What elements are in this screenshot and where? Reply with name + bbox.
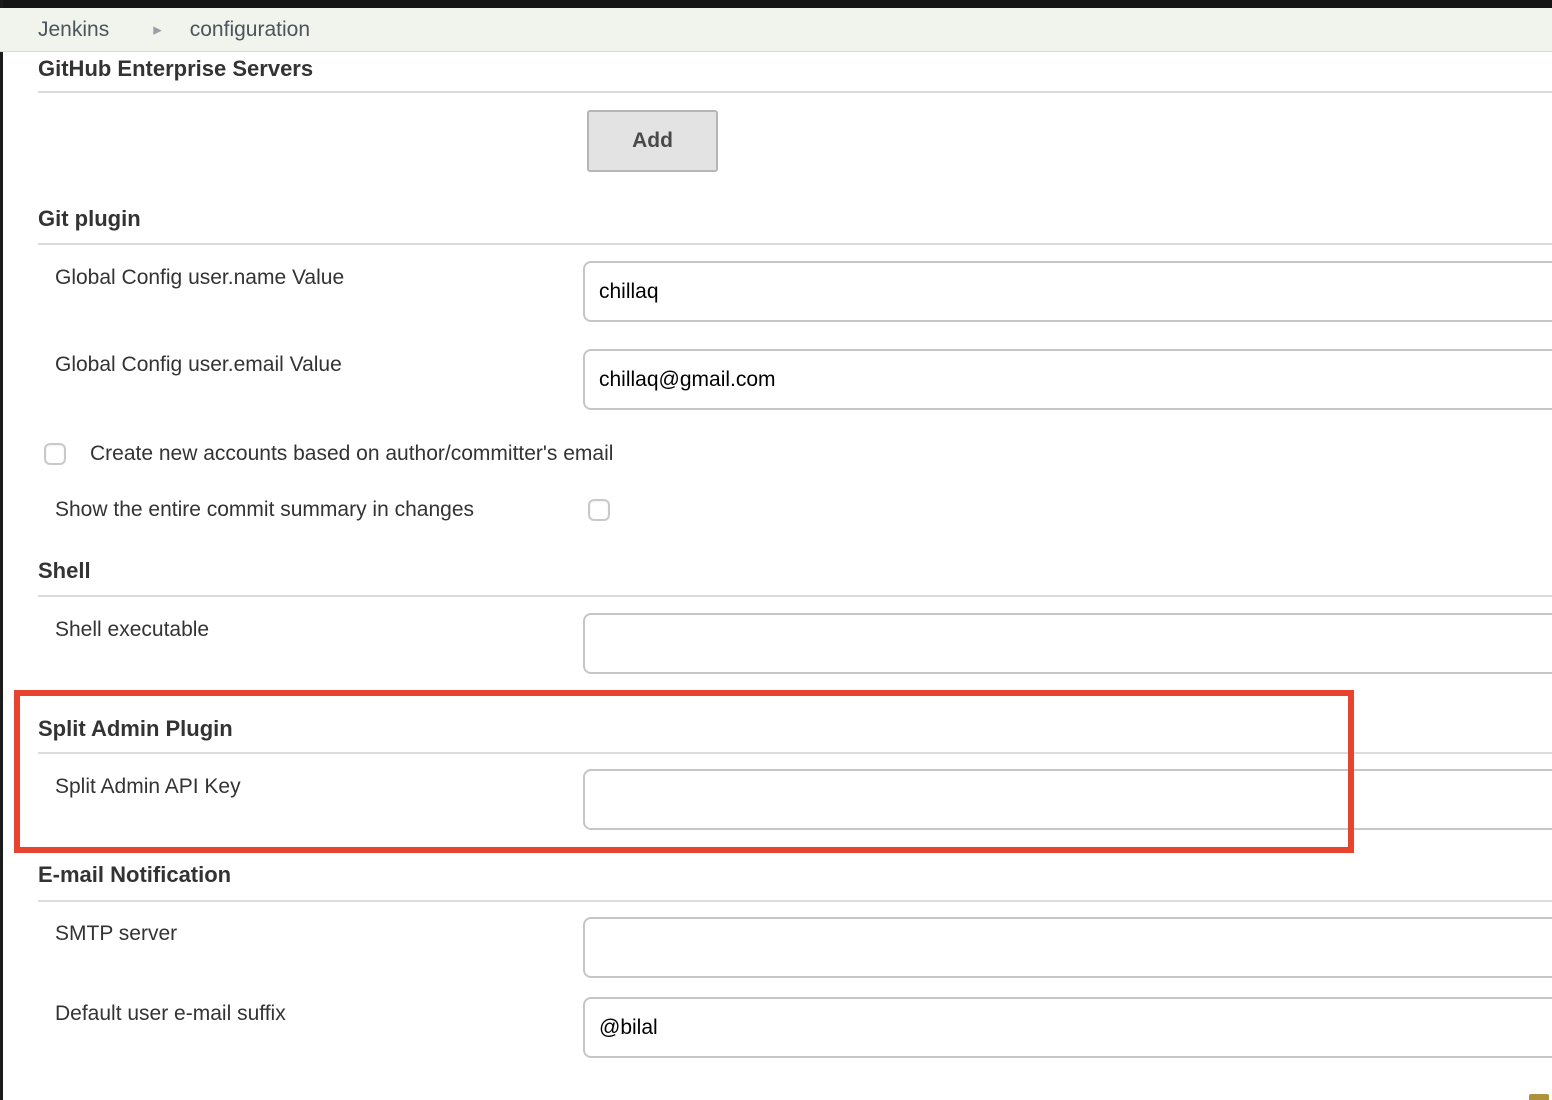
section-title-git-plugin: Git plugin [38,206,141,232]
add-button[interactable]: Add [587,110,718,172]
smtp-server-input[interactable] [583,917,1552,978]
default-email-suffix-input[interactable] [583,997,1552,1058]
user-name-label: Global Config user.name Value [55,266,344,290]
breadcrumb-item-configuration[interactable]: configuration [190,18,310,42]
split-admin-api-key-label: Split Admin API Key [55,775,241,799]
smtp-server-label: SMTP server [55,922,177,946]
default-email-suffix-label: Default user e-mail suffix [55,1002,286,1026]
show-commit-summary-label: Show the entire commit summary in change… [55,498,474,522]
breadcrumb: Jenkins ▸ configuration [0,8,1552,52]
show-commit-summary-checkbox[interactable] [588,499,610,521]
section-divider [38,900,1552,902]
section-title-shell: Shell [38,558,91,584]
create-accounts-label: Create new accounts based on author/comm… [90,442,613,466]
section-divider [38,595,1552,597]
section-divider [38,91,1552,93]
shell-executable-label: Shell executable [55,618,209,642]
breadcrumb-item-jenkins[interactable]: Jenkins [38,18,109,42]
window-top-edge [0,0,1552,8]
user-email-label: Global Config user.email Value [55,353,342,377]
user-name-input[interactable] [583,261,1552,322]
shell-executable-input[interactable] [583,613,1552,674]
section-divider [38,752,1552,754]
clipped-gold-icon [1529,1094,1549,1100]
chevron-right-icon: ▸ [153,20,162,40]
section-title-github-enterprise: GitHub Enterprise Servers [38,56,313,82]
section-divider [38,243,1552,245]
window-left-edge [0,0,3,1100]
user-email-input[interactable] [583,349,1552,410]
section-title-email-notification: E-mail Notification [38,862,231,888]
split-admin-api-key-input[interactable] [583,769,1552,830]
create-accounts-checkbox[interactable] [44,443,66,465]
section-title-split-admin: Split Admin Plugin [38,716,233,742]
